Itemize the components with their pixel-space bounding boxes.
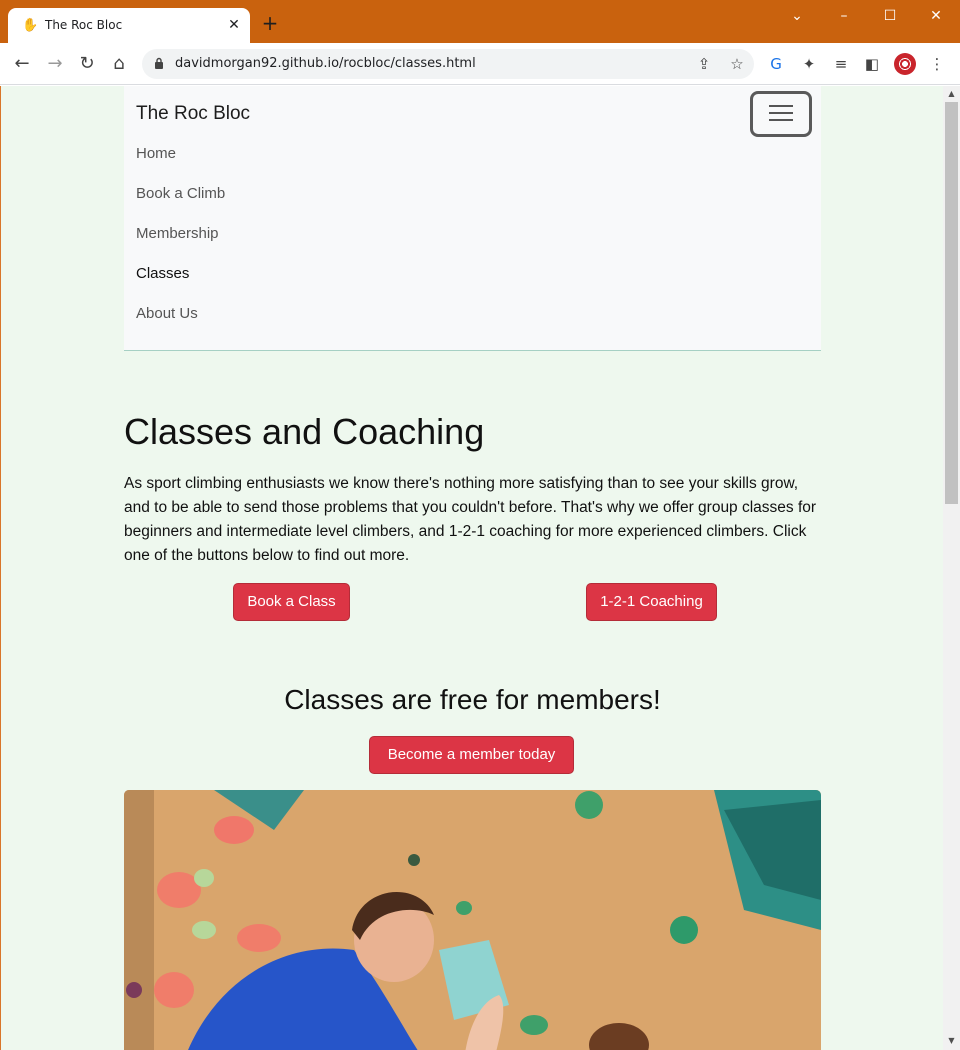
reload-icon[interactable]: ↻ xyxy=(75,52,99,76)
browser-toolbar: ← → ↻ ⌂ davidmorgan92.github.io/rocbloc/… xyxy=(0,43,960,85)
tab-title: The Roc Bloc xyxy=(45,18,123,32)
site-navbar: The Roc Bloc Home Book a Climb Membershi… xyxy=(124,86,821,351)
close-tab-icon[interactable]: ✕ xyxy=(226,15,242,35)
page-scrollbar[interactable]: ▲ ▼ xyxy=(943,86,960,1050)
profile-avatar[interactable] xyxy=(894,53,916,75)
members-heading: Classes are free for members! xyxy=(284,684,661,715)
close-window-icon[interactable]: ✕ xyxy=(928,8,944,24)
navbar-toggler-hamburger-icon[interactable] xyxy=(750,91,812,137)
forward-arrow-icon[interactable]: → xyxy=(43,52,67,76)
coaching-button[interactable]: 1-2-1 Coaching xyxy=(586,583,717,621)
nav-link-home[interactable]: Home xyxy=(136,145,176,162)
site-brand[interactable]: The Roc Bloc xyxy=(136,103,250,125)
browser-titlebar: ✋ The Roc Bloc ✕ + ⌄ – ☐ ✕ xyxy=(0,0,960,43)
home-icon[interactable]: ⌂ xyxy=(107,52,131,76)
climber-favicon-icon: ✋ xyxy=(22,18,39,33)
scroll-up-arrow-icon[interactable]: ▲ xyxy=(946,89,957,99)
climbing-photo-image xyxy=(124,790,821,1050)
page-viewport: The Roc Bloc Home Book a Climb Membershi… xyxy=(0,86,943,1050)
climbing-photo xyxy=(124,790,821,1050)
minimize-icon[interactable]: – xyxy=(836,8,852,24)
bookmark-star-icon[interactable]: ☆ xyxy=(727,54,747,74)
address-bar[interactable]: davidmorgan92.github.io/rocbloc/classes.… xyxy=(142,49,754,79)
lock-icon xyxy=(155,57,163,69)
back-arrow-icon[interactable]: ← xyxy=(10,52,34,76)
nav-link-membership[interactable]: Membership xyxy=(136,225,219,242)
scrollbar-thumb[interactable] xyxy=(945,102,958,504)
menu-kebab-icon[interactable]: ⋮ xyxy=(927,54,947,74)
extensions-puzzle-icon[interactable]: ✦ xyxy=(799,54,819,74)
nav-link-about-us[interactable]: About Us xyxy=(136,305,198,322)
side-panel-icon[interactable]: ◧ xyxy=(862,54,882,74)
nav-link-book-a-climb[interactable]: Book a Climb xyxy=(136,185,225,202)
maximize-icon[interactable]: ☐ xyxy=(882,8,898,24)
browser-tab[interactable]: ✋ The Roc Bloc ✕ xyxy=(8,8,250,43)
become-member-button[interactable]: Become a member today xyxy=(369,736,574,774)
share-icon[interactable]: ⇪ xyxy=(694,54,714,74)
media-queue-icon[interactable]: ≡ xyxy=(831,54,851,74)
intro-paragraph: As sport climbing enthusiasts we know th… xyxy=(124,475,817,564)
page-title: Classes and Coaching xyxy=(124,411,485,452)
tab-search-chevron-icon[interactable]: ⌄ xyxy=(789,8,805,24)
scroll-down-arrow-icon[interactable]: ▼ xyxy=(946,1036,957,1046)
nav-link-classes[interactable]: Classes xyxy=(136,265,189,282)
new-tab-icon[interactable]: + xyxy=(260,13,280,33)
translate-icon[interactable]: G xyxy=(766,54,786,74)
url-text: davidmorgan92.github.io/rocbloc/classes.… xyxy=(175,56,476,71)
book-class-button[interactable]: Book a Class xyxy=(233,583,350,621)
